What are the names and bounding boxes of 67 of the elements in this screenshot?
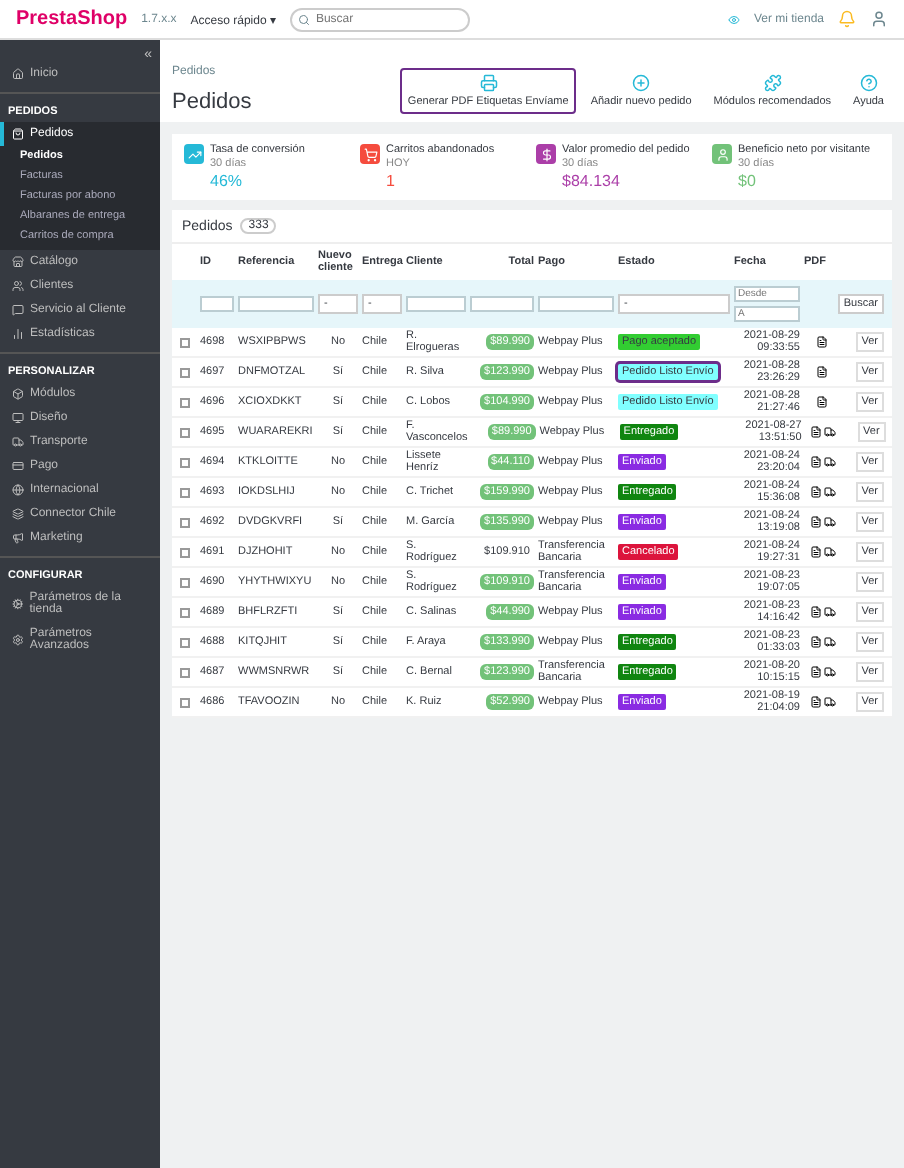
filter-field[interactable] bbox=[470, 296, 534, 312]
truck-icon[interactable] bbox=[823, 636, 835, 648]
row-checkbox[interactable] bbox=[180, 427, 190, 437]
row-checkbox[interactable] bbox=[180, 367, 190, 377]
menu-icon bbox=[12, 304, 24, 316]
menu-icon bbox=[12, 484, 24, 496]
truck-icon[interactable] bbox=[823, 696, 835, 708]
filter-field[interactable] bbox=[406, 296, 466, 312]
truck-icon[interactable] bbox=[823, 606, 835, 618]
row-checkbox[interactable] bbox=[180, 577, 190, 587]
truck-icon[interactable] bbox=[824, 426, 837, 438]
truck-icon[interactable] bbox=[823, 456, 835, 468]
row-checkbox[interactable] bbox=[180, 457, 190, 467]
add-icon bbox=[632, 74, 651, 92]
row-checkbox[interactable] bbox=[180, 337, 190, 347]
page-title: Pedidos bbox=[172, 90, 252, 114]
filter-field[interactable] bbox=[200, 296, 234, 312]
menu-icon bbox=[12, 128, 24, 140]
document-icon[interactable] bbox=[810, 426, 823, 438]
row-checkbox[interactable] bbox=[180, 547, 190, 557]
document-icon[interactable] bbox=[809, 696, 821, 708]
menu-icon bbox=[12, 508, 24, 520]
menu-icon bbox=[12, 256, 24, 268]
row-checkbox[interactable] bbox=[180, 607, 190, 617]
menu-icon bbox=[12, 436, 24, 448]
menu-icon bbox=[12, 68, 24, 80]
eye-icon bbox=[727, 13, 740, 25]
menu-icon bbox=[12, 634, 24, 646]
menu-icon bbox=[12, 280, 24, 292]
kpi-value: $84.134 bbox=[562, 172, 622, 190]
row-checkbox[interactable] bbox=[180, 517, 190, 527]
document-icon[interactable] bbox=[809, 546, 821, 558]
row-checkbox[interactable] bbox=[180, 637, 190, 647]
document-icon[interactable] bbox=[809, 456, 821, 468]
row-checkbox[interactable] bbox=[180, 667, 190, 677]
document-icon[interactable] bbox=[816, 336, 828, 348]
print-icon bbox=[479, 74, 498, 92]
document-icon[interactable] bbox=[816, 396, 828, 408]
row-checkbox[interactable] bbox=[180, 697, 190, 707]
kpi-value: $0 bbox=[738, 172, 758, 190]
menu-icon bbox=[12, 532, 24, 544]
menu-icon bbox=[12, 412, 24, 424]
kpi-value: 46% bbox=[210, 172, 245, 190]
puzzle-icon bbox=[763, 74, 782, 92]
search-icon bbox=[297, 13, 310, 25]
help-icon bbox=[859, 74, 878, 92]
truck-icon[interactable] bbox=[823, 546, 835, 558]
truck-icon[interactable] bbox=[823, 516, 835, 528]
truck-icon[interactable] bbox=[823, 666, 835, 678]
document-icon[interactable] bbox=[809, 516, 821, 528]
document-icon[interactable] bbox=[809, 606, 821, 618]
document-icon[interactable] bbox=[816, 366, 828, 378]
filter-field[interactable] bbox=[238, 296, 314, 312]
menu-icon bbox=[12, 388, 24, 400]
document-icon[interactable] bbox=[809, 486, 821, 498]
menu-icon bbox=[12, 328, 24, 340]
document-icon[interactable] bbox=[809, 666, 821, 678]
menu-icon bbox=[12, 460, 24, 472]
filter-field[interactable] bbox=[538, 296, 614, 312]
row-checkbox[interactable] bbox=[180, 487, 190, 497]
truck-icon[interactable] bbox=[823, 486, 835, 498]
kpi-value: 1 bbox=[386, 172, 397, 190]
logo: PrestaShop bbox=[16, 8, 128, 30]
row-checkbox[interactable] bbox=[180, 397, 190, 407]
document-icon[interactable] bbox=[809, 636, 821, 648]
menu-icon bbox=[12, 598, 24, 610]
avatar-icon[interactable] bbox=[870, 10, 888, 28]
